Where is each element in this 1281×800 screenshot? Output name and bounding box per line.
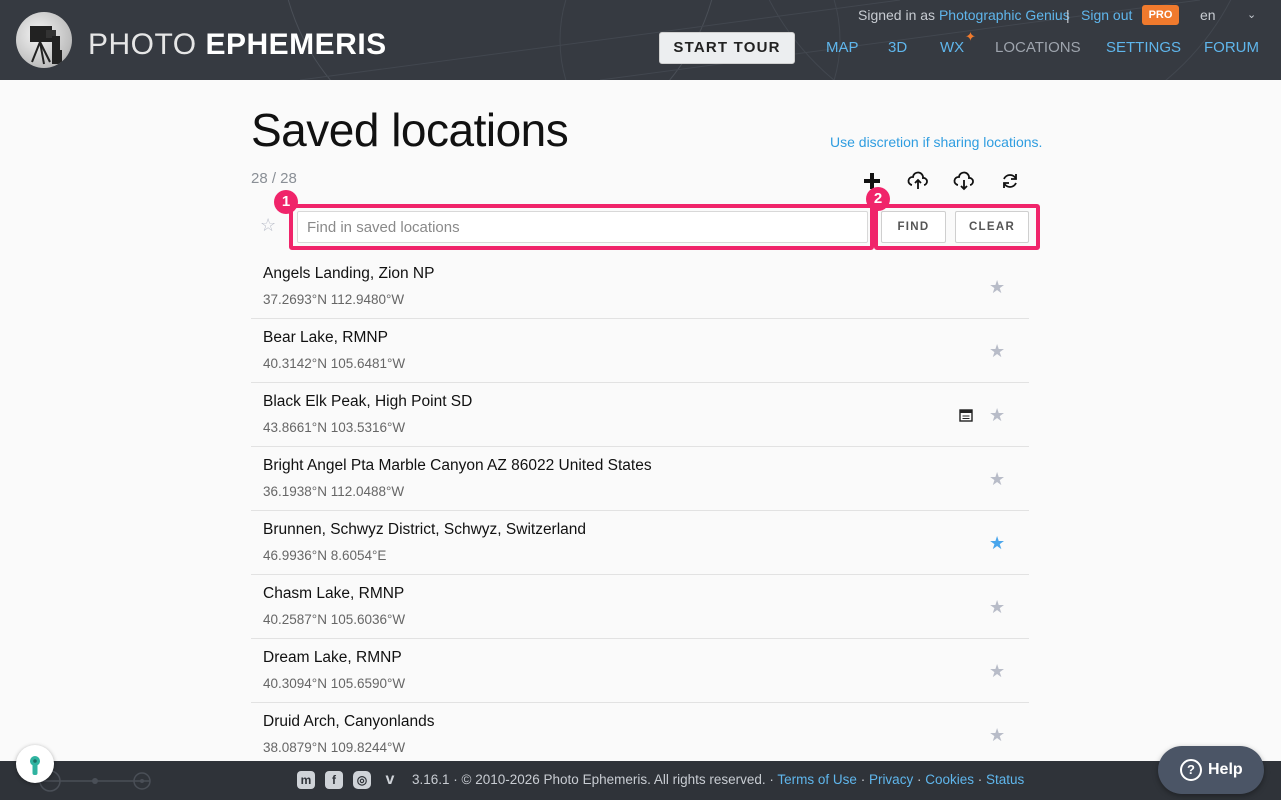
camera-tripod-icon (30, 26, 62, 65)
list-item[interactable]: Bright Angel Pta Marble Canyon AZ 86022 … (251, 447, 1029, 511)
logo[interactable] (16, 12, 72, 68)
star-icon[interactable]: ★ (989, 597, 1005, 617)
calendar-icon[interactable] (959, 408, 973, 422)
signed-in-prefix: Signed in as (858, 7, 936, 23)
locations-list: Angels Landing, Zion NP 37.2693°N 112.94… (251, 255, 1029, 767)
new-sparkle-icon: ✦ (965, 29, 976, 44)
location-name[interactable]: Brunnen, Schwyz District, Schwyz, Switze… (263, 520, 586, 540)
location-name[interactable]: Black Elk Peak, High Point SD (263, 392, 472, 412)
mastodon-icon[interactable]: m (297, 771, 315, 789)
instagram-icon[interactable]: ◎ (353, 771, 371, 789)
pro-badge: PRO (1142, 5, 1179, 25)
keyhole-glyph (30, 756, 40, 775)
discretion-link[interactable]: Use discretion if sharing locations. (830, 133, 1042, 151)
location-coords: 40.2587°N 105.6036°W (263, 612, 406, 627)
list-item[interactable]: Angels Landing, Zion NP 37.2693°N 112.94… (251, 255, 1029, 319)
nav-settings[interactable]: SETTINGS (1106, 38, 1181, 58)
list-item[interactable]: Chasm Lake, RMNP 40.2587°N 105.6036°W ★ (251, 575, 1029, 639)
list-item[interactable]: Black Elk Peak, High Point SD 43.8661°N … (251, 383, 1029, 447)
location-name[interactable]: Dream Lake, RMNP (263, 648, 402, 668)
star-icon[interactable]: ★ (989, 469, 1005, 489)
sign-out-link[interactable]: Sign out (1081, 6, 1132, 24)
link-separator: · (913, 772, 926, 787)
header-separator: | (1066, 7, 1070, 23)
vimeo-icon[interactable]: v (381, 771, 399, 789)
list-item[interactable]: Brunnen, Schwyz District, Schwyz, Switze… (251, 511, 1029, 575)
star-icon[interactable]: ★ (989, 661, 1005, 681)
help-label: Help (1208, 761, 1243, 778)
user-link[interactable]: Photographic Genius (939, 7, 1070, 23)
cloud-upload-icon[interactable] (907, 170, 929, 192)
link-separator: · (973, 772, 986, 787)
question-circle-icon: ? (1180, 759, 1202, 781)
help-button[interactable]: ? Help (1158, 746, 1264, 794)
chevron-down-icon[interactable]: ⌄ (1247, 8, 1256, 21)
list-item[interactable]: Bear Lake, RMNP 40.3142°N 105.6481°W ★ (251, 319, 1029, 383)
brand-bold: EPHEMERIS (205, 28, 387, 61)
location-coords: 36.1938°N 112.0488°W (263, 484, 405, 499)
footer-copyright-line: 3.16.1 · © 2010-2026 Photo Ephemeris. Al… (412, 771, 1024, 789)
signed-in-text: Signed in as Photographic Genius (858, 6, 1070, 24)
nav-forum[interactable]: FORUM (1204, 38, 1259, 58)
location-name[interactable]: Bear Lake, RMNP (263, 328, 388, 348)
star-icon[interactable]: ★ (989, 405, 1005, 425)
cloud-download-icon[interactable] (953, 170, 975, 192)
location-count: 28 / 28 (251, 170, 297, 187)
annotation-badge-2: 2 (866, 187, 890, 211)
location-coords: 40.3142°N 105.6481°W (263, 356, 406, 371)
location-name[interactable]: Angels Landing, Zion NP (263, 264, 434, 284)
star-filter-icon[interactable]: ☆ (260, 214, 276, 236)
nav-locations[interactable]: LOCATIONS (995, 38, 1081, 58)
nav-wx[interactable]: WX (940, 38, 964, 58)
footer: m f ◎ v 3.16.1 · © 2010-2026 Photo Ephem… (0, 761, 1281, 800)
favorite-star-icon[interactable]: ★ (989, 533, 1005, 553)
nav-map[interactable]: MAP (826, 38, 859, 58)
location-name[interactable]: Chasm Lake, RMNP (263, 584, 404, 604)
link-separator: · (856, 772, 869, 787)
list-item[interactable]: Druid Arch, Canyonlands 38.0879°N 109.82… (251, 703, 1029, 767)
language-select[interactable]: en (1200, 6, 1216, 24)
status-link[interactable]: Status (986, 772, 1024, 787)
list-item[interactable]: Dream Lake, RMNP 40.3094°N 105.6590°W ★ (251, 639, 1029, 703)
privacy-link[interactable]: Privacy (869, 772, 913, 787)
location-coords: 37.2693°N 112.9480°W (263, 292, 405, 307)
start-tour-button[interactable]: START TOUR (659, 32, 795, 64)
highlight-box-2 (874, 204, 1040, 250)
highlight-box-1 (289, 204, 874, 250)
annotation-badge-1: 1 (274, 190, 298, 214)
refresh-icon[interactable] (999, 170, 1021, 192)
location-coords: 40.3094°N 105.6590°W (263, 676, 406, 691)
brand-light: PHOTO (88, 28, 197, 61)
brand-title[interactable]: PHOTO EPHEMERIS (88, 26, 387, 64)
facebook-icon[interactable]: f (325, 771, 343, 789)
location-coords: 46.9936°N 8.6054°E (263, 548, 387, 563)
star-icon[interactable]: ★ (989, 277, 1005, 297)
terms-link[interactable]: Terms of Use (777, 772, 857, 787)
location-coords: 43.8661°N 103.5316°W (263, 420, 406, 435)
password-manager-keyhole-icon[interactable] (16, 745, 54, 783)
star-icon[interactable]: ★ (989, 341, 1005, 361)
star-icon[interactable]: ★ (989, 725, 1005, 745)
top-header: PHOTO EPHEMERIS Signed in as Photographi… (0, 0, 1281, 80)
location-name[interactable]: Druid Arch, Canyonlands (263, 712, 434, 732)
copyright-text: 3.16.1 · © 2010-2026 Photo Ephemeris. Al… (412, 772, 774, 787)
location-name[interactable]: Bright Angel Pta Marble Canyon AZ 86022 … (263, 456, 652, 476)
cookies-link[interactable]: Cookies (925, 772, 974, 787)
location-coords: 38.0879°N 109.8244°W (263, 740, 406, 755)
page-title: Saved locations (251, 104, 569, 156)
nav-3d[interactable]: 3D (888, 38, 907, 58)
